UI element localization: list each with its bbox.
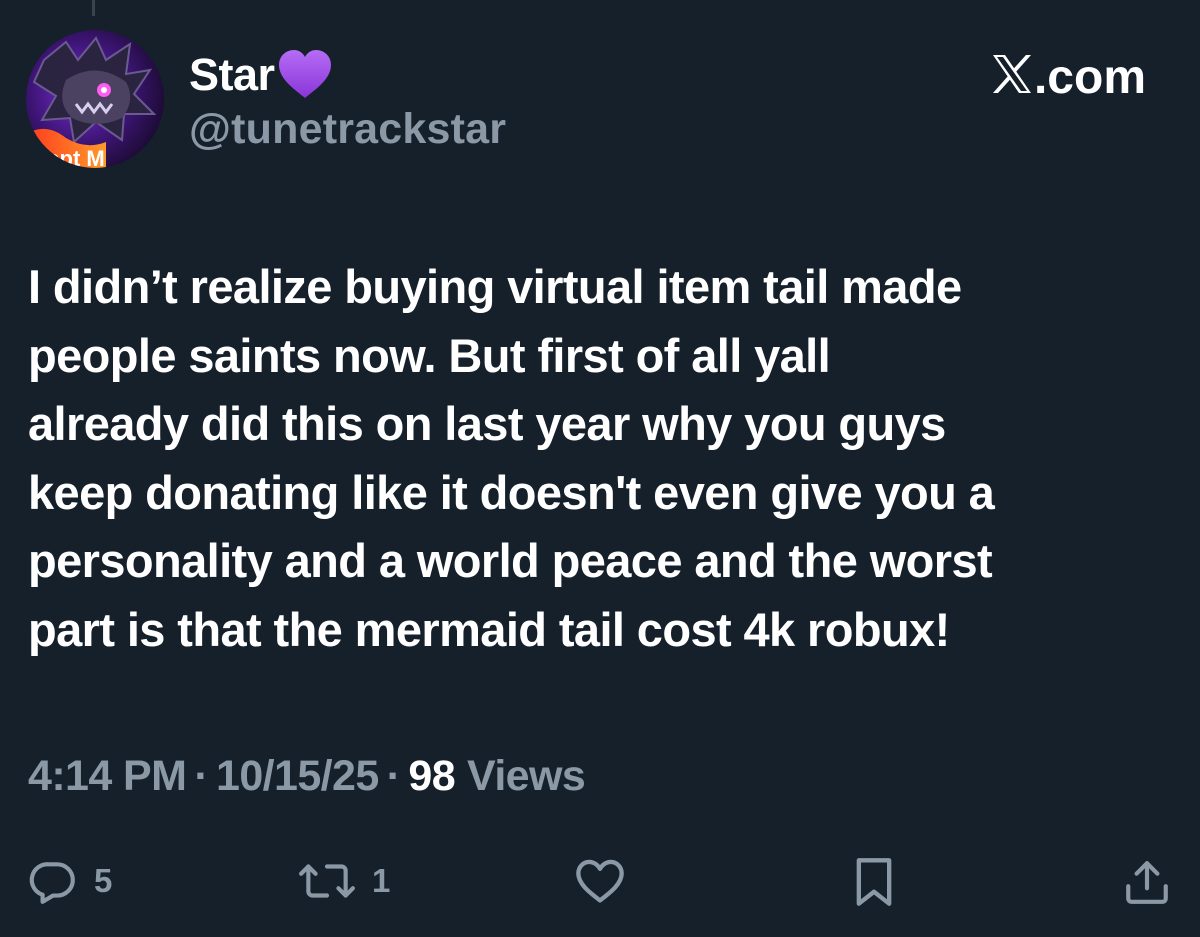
- heart-icon: [576, 859, 624, 903]
- avatar-image: lopt M: [26, 30, 164, 168]
- site-label: .com: [1033, 51, 1146, 104]
- share-button[interactable]: [1122, 856, 1172, 908]
- site-badge: .com: [990, 52, 1146, 104]
- author-name-row[interactable]: Star: [189, 46, 333, 102]
- share-icon: [1126, 861, 1168, 904]
- reply-button[interactable]: 5: [28, 856, 112, 906]
- views-label: Views: [467, 752, 586, 800]
- author-handle[interactable]: @tunetrackstar: [189, 108, 506, 151]
- avatar[interactable]: lopt M: [26, 30, 164, 168]
- action-bar: 5 1: [0, 848, 1200, 918]
- bookmark-icon: [856, 858, 892, 906]
- tweet-date[interactable]: 10/15/25: [216, 755, 379, 798]
- bookmark-button[interactable]: [852, 856, 896, 908]
- tweet-time[interactable]: 4:14 PM: [28, 755, 187, 798]
- meta-separator: ·: [194, 752, 209, 800]
- like-button[interactable]: [574, 856, 626, 906]
- retweet-count: 1: [372, 862, 391, 899]
- retweet-button[interactable]: 1: [298, 856, 390, 906]
- reply-icon: [29, 862, 75, 904]
- tweet-meta: 4:14 PM · 10/15/25 · 98 Views: [28, 752, 586, 800]
- reply-count: 5: [94, 862, 113, 899]
- svg-text:lopt M: lopt M: [40, 146, 105, 168]
- x-logo: [990, 52, 1034, 104]
- thread-connector-line: [92, 0, 95, 16]
- retweet-icon: [299, 864, 355, 898]
- display-name[interactable]: Star: [189, 52, 275, 97]
- purple-heart-emoji: [277, 48, 333, 100]
- views-count: 98: [408, 752, 456, 800]
- meta-separator: ·: [386, 752, 401, 800]
- tweet-text: I didn’t realize buying virtual item tai…: [28, 260, 995, 656]
